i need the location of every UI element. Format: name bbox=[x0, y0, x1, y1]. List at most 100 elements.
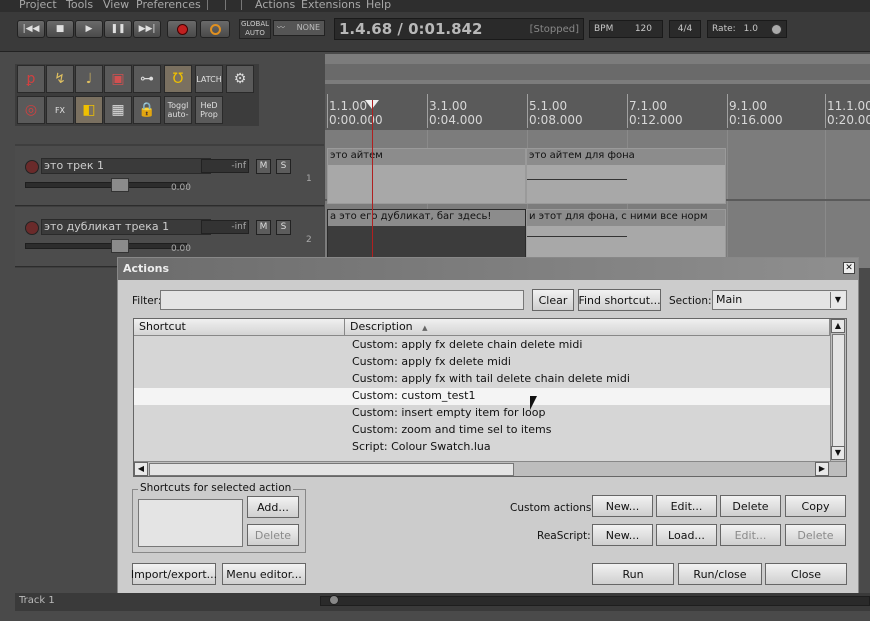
solo-button[interactable]: S bbox=[276, 159, 291, 174]
volume-fader[interactable] bbox=[25, 243, 187, 249]
list-item[interactable]: Script: Colour Swatch.lua bbox=[134, 439, 830, 456]
menu-help[interactable]: Help bbox=[366, 0, 391, 11]
bpm-display[interactable]: BPM 120 bbox=[589, 20, 663, 38]
clear-button[interactable]: Clear bbox=[532, 289, 574, 311]
pause-button[interactable]: ❚❚ bbox=[104, 20, 132, 38]
solo-button[interactable]: S bbox=[276, 220, 291, 235]
list-item[interactable]: Custom: zoom and time sel to items bbox=[134, 422, 830, 439]
record-button[interactable] bbox=[167, 20, 197, 38]
media-item[interactable]: это айтем для фона bbox=[526, 148, 726, 204]
go-end-button[interactable]: ▶▶| bbox=[133, 20, 161, 38]
zoom-knob-icon[interactable] bbox=[329, 595, 339, 605]
metronome-button[interactable]: ♩ bbox=[75, 65, 103, 93]
grid-button[interactable]: ▦ bbox=[104, 96, 132, 124]
menu-tools[interactable]: Tools bbox=[66, 0, 93, 11]
record-arm-button[interactable] bbox=[25, 160, 39, 174]
scroll-up-icon[interactable]: ▲ bbox=[831, 319, 845, 333]
record-arm-tool-button[interactable]: ◎ bbox=[17, 96, 45, 124]
volume-fader[interactable] bbox=[25, 182, 187, 188]
scroll-down-icon[interactable]: ▼ bbox=[831, 446, 845, 460]
time-signature[interactable]: 4/4 bbox=[669, 20, 701, 38]
arrange-view[interactable]: 1.1.00 0:00.000 3.1.00 0:04.000 5.1.00 0… bbox=[325, 54, 870, 268]
delete-shortcut-button[interactable]: Delete bbox=[247, 524, 299, 546]
fx-button[interactable]: FX bbox=[46, 96, 74, 124]
lock-button[interactable]: 🔒 bbox=[133, 96, 161, 124]
shortcut-list[interactable] bbox=[138, 499, 243, 547]
custom-new-button[interactable]: New... bbox=[592, 495, 653, 517]
play-button[interactable]: ▶ bbox=[75, 20, 103, 38]
section-select[interactable]: Main ▼ bbox=[712, 290, 847, 310]
scroll-right-icon[interactable]: ▶ bbox=[815, 462, 829, 476]
menu-preferences[interactable]: Preferences bbox=[136, 0, 201, 11]
fader-knob[interactable] bbox=[111, 239, 129, 253]
grouping-button[interactable]: ▣ bbox=[104, 65, 132, 93]
close-button[interactable]: Close bbox=[765, 563, 847, 585]
rate-display[interactable]: Rate: 1.0 bbox=[707, 20, 787, 38]
automation-mode[interactable]: 〰 NONE bbox=[273, 20, 325, 36]
list-item[interactable]: Custom: apply fx with tail delete chain … bbox=[134, 371, 830, 388]
custom-edit-button[interactable]: Edit... bbox=[656, 495, 717, 517]
ripple-edit-button[interactable]: ꝑ bbox=[17, 65, 45, 93]
column-header-description[interactable]: Description ▲ bbox=[345, 319, 830, 336]
global-auto-button[interactable]: GLOBAL AUTO bbox=[239, 19, 271, 39]
run-button[interactable]: Run bbox=[592, 563, 674, 585]
find-shortcut-button[interactable]: Find shortcut... bbox=[578, 289, 661, 311]
snap-button[interactable]: Ʊ bbox=[164, 65, 192, 93]
skip-forward-icon: ▶▶| bbox=[138, 23, 156, 34]
timeline-ruler[interactable]: 1.1.00 0:00.000 3.1.00 0:04.000 5.1.00 0… bbox=[325, 84, 870, 130]
list-item-selected[interactable]: Custom: custom_test1 bbox=[134, 388, 830, 405]
actions-title-bar[interactable]: Actions ✕ bbox=[118, 258, 858, 280]
media-item[interactable]: это айтем bbox=[327, 148, 526, 204]
item-edit-button[interactable]: ⊶ bbox=[133, 65, 161, 93]
magnet-icon: Ʊ bbox=[172, 71, 184, 87]
time-display[interactable]: 1.4.68 / 0:01.842 [Stopped] bbox=[334, 18, 584, 40]
list-item[interactable]: Custom: apply fx delete midi bbox=[134, 354, 830, 371]
scroll-left-icon[interactable]: ◀ bbox=[134, 462, 148, 476]
latch-button[interactable]: LATCH bbox=[195, 65, 223, 93]
rate-knob-icon[interactable] bbox=[771, 23, 782, 35]
reascript-new-button[interactable]: New... bbox=[592, 524, 653, 546]
stop-button[interactable]: ■ bbox=[46, 20, 74, 38]
actions-list[interactable]: Shortcut Description ▲ Custom: apply fx … bbox=[133, 318, 847, 477]
close-window-button[interactable]: ✕ bbox=[843, 262, 855, 274]
chevron-down-icon[interactable]: ▼ bbox=[830, 292, 845, 308]
zoom-scrollbar[interactable] bbox=[320, 596, 870, 606]
fader-knob[interactable] bbox=[111, 178, 129, 192]
import-export-button[interactable]: Import/export... bbox=[131, 563, 217, 585]
mute-button[interactable]: M bbox=[256, 220, 271, 235]
repeat-button[interactable] bbox=[200, 20, 230, 38]
column-header-shortcut[interactable]: Shortcut bbox=[134, 319, 345, 336]
mute-button[interactable]: M bbox=[256, 159, 271, 174]
custom-delete-button[interactable]: Delete bbox=[720, 495, 781, 517]
timeline-scroll-strip[interactable] bbox=[325, 64, 870, 80]
horizontal-scrollbar[interactable]: ◀ ▶ bbox=[134, 461, 846, 476]
toggle-auto-button[interactable]: Toggl auto- bbox=[164, 96, 192, 124]
menu-actions[interactable]: Actions bbox=[255, 0, 295, 11]
envelope-tool-button[interactable]: ↯ bbox=[46, 65, 74, 93]
menu-extensions[interactable]: Extensions bbox=[301, 0, 361, 11]
filter-input[interactable] bbox=[160, 290, 524, 310]
track-name[interactable]: это трек 1 bbox=[41, 158, 211, 174]
reascript-delete-button[interactable]: Delete bbox=[785, 524, 846, 546]
run-close-button[interactable]: Run/close bbox=[678, 563, 762, 585]
track-name[interactable]: это дубликат трека 1 bbox=[41, 219, 211, 235]
menu-project[interactable]: Project bbox=[19, 0, 57, 11]
reascript-edit-button[interactable]: Edit... bbox=[720, 524, 781, 546]
ruler-bar-label: 11.1.00 bbox=[827, 99, 870, 113]
list-item[interactable]: Custom: insert empty item for loop bbox=[134, 405, 830, 422]
reascript-load-button[interactable]: Load... bbox=[656, 524, 717, 546]
horizontal-scroll-thumb[interactable] bbox=[149, 463, 514, 476]
menu-editor-button[interactable]: Menu editor... bbox=[222, 563, 306, 585]
record-arm-button[interactable] bbox=[25, 221, 39, 235]
vertical-scrollbar[interactable]: ▲ ▼ bbox=[830, 319, 846, 461]
add-shortcut-button[interactable]: Add... bbox=[247, 496, 299, 518]
go-start-button[interactable]: |◀◀ bbox=[17, 20, 45, 38]
menu-view[interactable]: View bbox=[103, 0, 129, 11]
cycle-action-button[interactable]: ⚙ bbox=[226, 65, 254, 93]
vertical-scroll-thumb[interactable] bbox=[832, 334, 845, 447]
custom-copy-button[interactable]: Copy bbox=[785, 495, 846, 517]
list-item[interactable]: Custom: apply fx delete chain delete mid… bbox=[134, 337, 830, 354]
track-header[interactable]: это трек 1 -inf M S 0.00 1 bbox=[15, 146, 324, 206]
auto-crossfade-button[interactable]: ◧ bbox=[75, 96, 103, 124]
hed-prop-button[interactable]: HeD Prop bbox=[195, 96, 223, 124]
